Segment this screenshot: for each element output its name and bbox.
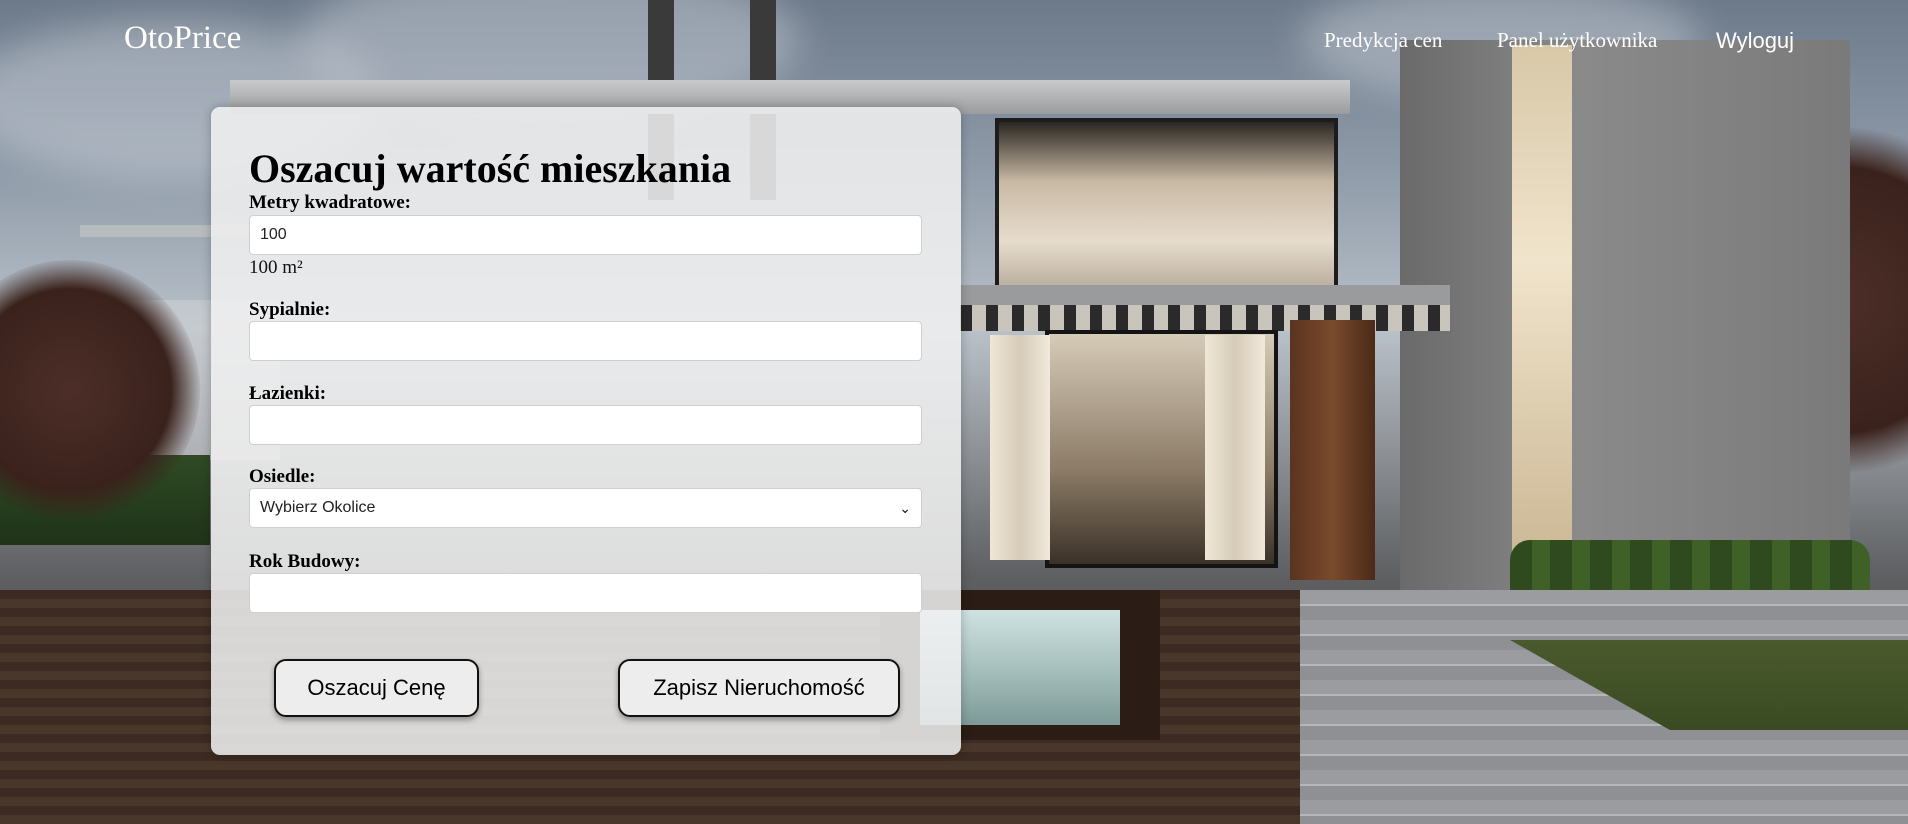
- top-nav: Predykcja cen Panel użytkownika Wyloguj: [0, 28, 1908, 58]
- chevron-down-icon: ⌄: [899, 499, 911, 516]
- year-built-label: Rok Budowy:: [249, 551, 361, 572]
- neighborhood-selected-value: Wybierz Okolice: [260, 499, 376, 516]
- neighborhood-label: Osiedle:: [249, 466, 316, 487]
- area-label: Metry kwadratowe:: [249, 192, 411, 213]
- nav-link-logout[interactable]: Wyloguj: [1716, 28, 1794, 54]
- bedrooms-input[interactable]: [249, 321, 922, 361]
- bedrooms-label: Sypialnie:: [249, 299, 331, 320]
- bathrooms-label: Łazienki:: [249, 383, 327, 404]
- neighborhood-select[interactable]: Wybierz Okolice ⌄: [249, 488, 922, 528]
- estimate-form-card: Oszacuj wartość mieszkania Metry kwadrat…: [211, 107, 961, 755]
- bathrooms-input[interactable]: [249, 405, 922, 445]
- page-title: Oszacuj wartość mieszkania: [249, 146, 732, 191]
- area-input[interactable]: 100: [249, 215, 922, 255]
- save-property-button[interactable]: Zapisz Nieruchomość: [618, 659, 900, 717]
- nav-link-user-panel[interactable]: Panel użytkownika: [1497, 28, 1657, 53]
- estimate-price-button[interactable]: Oszacuj Cenę: [274, 659, 479, 717]
- year-built-input[interactable]: [249, 573, 922, 613]
- area-value-display: 100 m²: [249, 257, 303, 278]
- nav-link-price-prediction[interactable]: Predykcja cen: [1324, 28, 1442, 53]
